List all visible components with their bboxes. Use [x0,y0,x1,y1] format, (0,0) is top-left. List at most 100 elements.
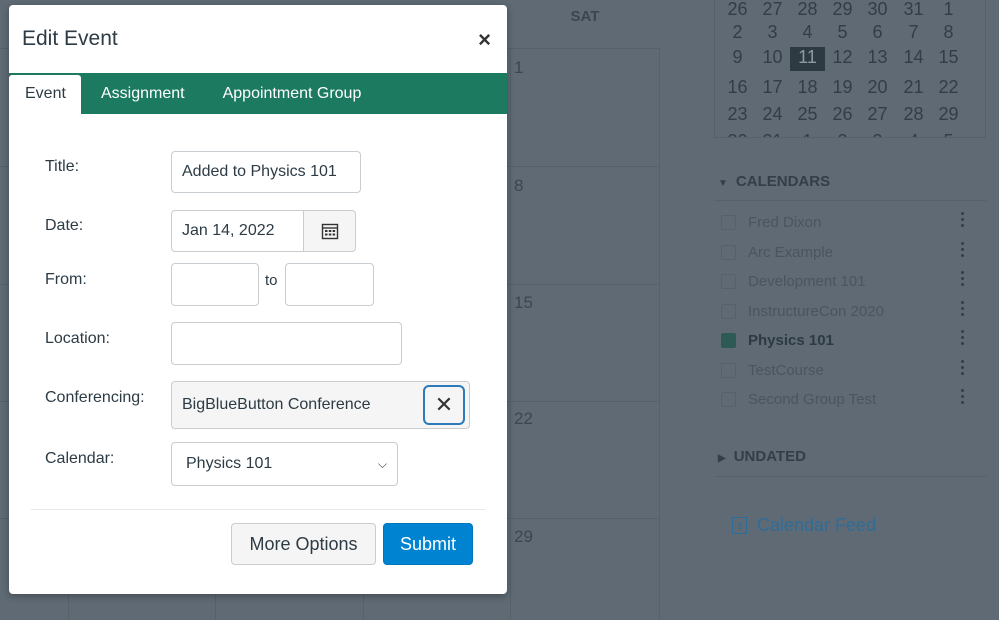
mini-calendar-day[interactable]: 26 [720,0,755,20]
close-icon: ✕ [434,392,454,417]
mini-calendar-day[interactable]: 29 [931,104,966,125]
mini-calendar-day[interactable]: 14 [896,47,931,68]
mini-calendar-day[interactable]: 13 [860,47,895,68]
tab-event[interactable]: Event [9,75,81,114]
calendar-list-item[interactable]: Arc Example [721,240,981,264]
mini-calendar-day[interactable]: 1 [790,131,825,137]
mini-calendar-day[interactable]: 28 [896,104,931,125]
calendar-checkbox[interactable] [721,303,736,319]
calendar-list-item[interactable]: TestCourse [721,358,981,382]
mini-calendar-day[interactable]: 29 [825,0,860,20]
calendar-feed-link[interactable]: 3 Calendar Feed [732,515,876,536]
calendar-checkbox[interactable] [721,244,736,260]
caret-down-icon: ▼ [718,178,728,189]
kebab-menu-icon[interactable] [961,242,965,260]
day-number[interactable]: 29 [514,527,533,547]
mini-calendar-day[interactable]: 15 [931,47,966,68]
date-picker-button[interactable] [303,210,356,252]
calendar-select[interactable]: Physics 101 ⌵ [171,442,398,486]
kebab-menu-icon[interactable] [961,212,965,230]
title-input[interactable]: Added to Physics 101 [171,151,361,193]
calendar-checkbox[interactable] [721,332,736,348]
calendar-list-item[interactable]: Fred Dixon [721,210,981,234]
mini-calendar: 26 27 28 29 30 31 1 2 3 4 5 6 7 8 9 10 11 12 13 14 15 16 17 18 1… [714,0,986,138]
mini-calendar-day[interactable]: 11 [790,47,825,71]
from-time-input[interactable] [171,263,259,306]
day-number[interactable]: 8 [514,176,523,196]
mini-calendar-day[interactable]: 3 [860,131,895,137]
calendar-label: Second Group Test [748,390,877,408]
mini-calendar-day[interactable]: 4 [896,131,931,137]
calendar-select-value: Physics 101 [186,455,273,472]
mini-calendar-day[interactable]: 3 [755,22,790,43]
mini-calendar-day[interactable]: 31 [896,0,931,20]
mini-calendar-day[interactable]: 10 [755,47,790,68]
mini-calendar-day[interactable]: 7 [896,22,931,43]
mini-calendar-day[interactable]: 12 [825,47,860,68]
mini-calendar-day[interactable]: 27 [860,104,895,125]
calendars-heading: CALENDARS [735,173,831,190]
close-icon[interactable]: × [478,27,491,53]
mini-calendar-day[interactable]: 25 [790,104,825,125]
grid-line [659,48,660,620]
mini-calendar-day[interactable]: 17 [755,77,790,98]
remove-conference-button[interactable]: ✕ [423,385,465,425]
mini-calendar-day[interactable]: 5 [825,22,860,43]
calendar-label: Development 101 [748,272,866,290]
calendar-list-item[interactable]: Development 101 [721,269,981,293]
day-number[interactable]: 1 [514,58,523,78]
mini-calendar-day[interactable]: 20 [860,77,895,98]
calendar-label: Fred Dixon [748,213,822,231]
calendar-checkbox[interactable] [721,273,736,289]
divider [31,509,485,510]
day-number[interactable]: 22 [514,409,533,429]
mini-calendar-day[interactable]: 16 [720,77,755,98]
from-label: From: [45,271,87,288]
kebab-menu-icon[interactable] [961,360,965,378]
calendar-list-item[interactable]: Physics 101 [721,328,981,352]
calendar-checkbox[interactable] [721,362,736,378]
calendar-checkbox[interactable] [721,214,736,230]
undated-heading: UNDATED [733,448,806,465]
mini-calendar-day[interactable]: 23 [720,104,755,125]
tab-appointment-group[interactable]: Appointment Group [203,73,380,114]
mini-calendar-day[interactable]: 30 [720,131,755,137]
kebab-menu-icon[interactable] [961,271,965,289]
calendars-section-toggle[interactable]: ▼ CALENDARS [718,173,830,190]
conference-name: BigBlueButton Conference [182,396,371,413]
submit-button[interactable]: Submit [383,523,473,565]
mini-calendar-day[interactable]: 21 [896,77,931,98]
kebab-menu-icon[interactable] [961,330,965,348]
mini-calendar-day[interactable]: 9 [720,47,755,68]
mini-calendar-day[interactable]: 31 [755,131,790,137]
calendar-checkbox[interactable] [721,391,736,407]
undated-section-toggle[interactable]: ▶ UNDATED [718,448,806,465]
mini-calendar-day[interactable]: 8 [931,22,966,43]
mini-calendar-day[interactable]: 5 [931,131,966,137]
mini-calendar-day[interactable]: 28 [790,0,825,20]
tab-assignment[interactable]: Assignment [81,73,203,114]
location-input[interactable] [171,322,402,365]
calendar-list-item[interactable]: InstructureCon 2020 [721,299,981,323]
mini-calendar-day[interactable]: 30 [860,0,895,20]
chevron-down-icon: ⌵ [377,456,387,471]
mini-calendar-day[interactable]: 22 [931,77,966,98]
mini-calendar-day[interactable]: 27 [755,0,790,20]
day-number[interactable]: 15 [514,293,533,313]
mini-calendar-day[interactable]: 4 [790,22,825,43]
mini-calendar-day[interactable]: 19 [825,77,860,98]
mini-calendar-day[interactable]: 26 [825,104,860,125]
date-input[interactable]: Jan 14, 2022 [171,210,305,252]
more-options-button[interactable]: More Options [231,523,376,565]
mini-calendar-day[interactable]: 18 [790,77,825,98]
to-time-input[interactable] [285,263,374,306]
mini-calendar-day[interactable]: 6 [860,22,895,43]
mini-calendar-day[interactable]: 2 [825,131,860,137]
mini-calendar-day[interactable]: 24 [755,104,790,125]
calendar-list-item[interactable]: Second Group Test [721,387,981,411]
mini-calendar-day[interactable]: 2 [720,22,755,43]
mini-calendar-day[interactable]: 1 [931,0,966,20]
kebab-menu-icon[interactable] [961,389,965,407]
kebab-menu-icon[interactable] [961,301,965,319]
to-label: to [265,272,278,289]
